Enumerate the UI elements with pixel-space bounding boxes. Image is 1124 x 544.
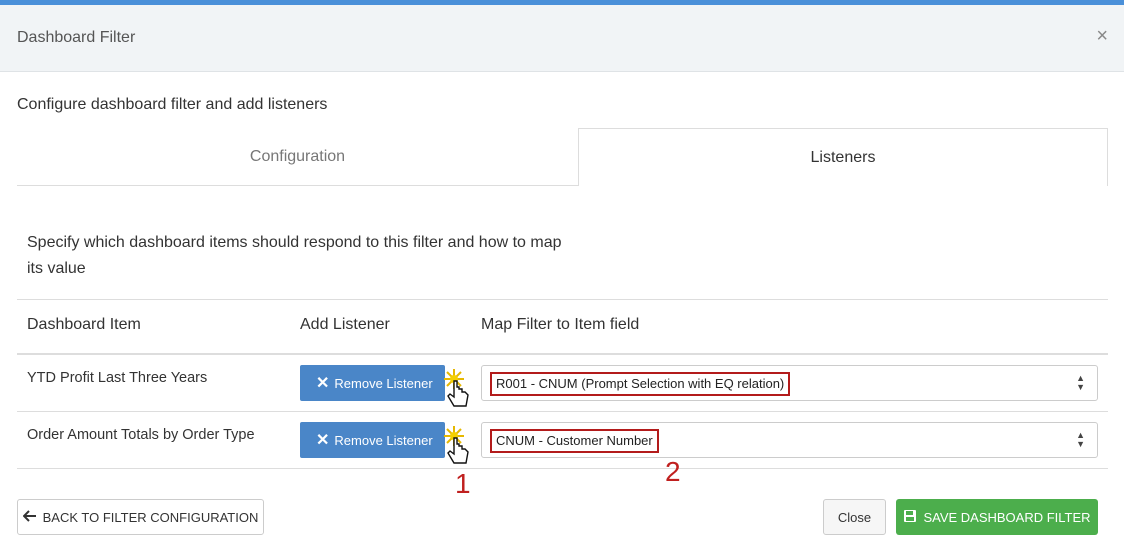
sort-arrows-icon: ▲ ▼ bbox=[1076, 373, 1085, 392]
back-label: BACK TO FILTER CONFIGURATION bbox=[42, 509, 259, 525]
hand-pointer-icon bbox=[444, 369, 469, 407]
x-icon: ✕ bbox=[316, 375, 330, 392]
floppy-disk-icon bbox=[903, 509, 917, 526]
tab-configuration[interactable]: Configuration bbox=[17, 128, 578, 186]
close-label: Close bbox=[837, 509, 872, 525]
remove-listener-button[interactable]: ✕ Remove Listener bbox=[300, 422, 445, 458]
annotation-number: 1 bbox=[455, 468, 471, 499]
table-row: Order Amount Totals by Order Type ✕ Remo… bbox=[17, 412, 1108, 469]
dashboard-item-name: YTD Profit Last Three Years bbox=[27, 370, 208, 386]
tab-bar: Configuration Listeners bbox=[17, 128, 1108, 186]
save-label: SAVE DASHBOARD FILTER bbox=[923, 509, 1091, 525]
mapping-select[interactable]: R001 - CNUM (Prompt Selection with EQ re… bbox=[481, 365, 1098, 401]
mapping-select[interactable]: CNUM - Customer Number ▲ ▼ bbox=[481, 422, 1098, 458]
save-dashboard-filter-button[interactable]: SAVE DASHBOARD FILTER bbox=[896, 499, 1098, 535]
remove-listener-label: Remove Listener bbox=[334, 432, 433, 448]
close-icon[interactable]: × bbox=[1096, 25, 1108, 48]
table-header: Dashboard Item Add Listener Map Filter t… bbox=[17, 299, 1108, 355]
close-button[interactable]: Close bbox=[823, 499, 886, 535]
annotation-number: 2 bbox=[665, 456, 681, 487]
header-add-listener: Add Listener bbox=[300, 316, 390, 333]
table-row: YTD Profit Last Three Years ✕ Remove Lis… bbox=[17, 355, 1108, 412]
sort-arrows-icon: ▲ ▼ bbox=[1076, 430, 1085, 449]
mapping-value: CNUM - Customer Number bbox=[490, 429, 659, 453]
tab-listeners[interactable]: Listeners bbox=[578, 128, 1108, 186]
back-to-filter-configuration-button[interactable]: BACK TO FILTER CONFIGURATION bbox=[17, 499, 264, 535]
x-icon: ✕ bbox=[316, 432, 330, 449]
listeners-table: Dashboard Item Add Listener Map Filter t… bbox=[17, 299, 1108, 469]
intro-text: Configure dashboard filter and add liste… bbox=[17, 96, 328, 113]
hand-pointer-icon bbox=[444, 426, 469, 464]
modal-header: Dashboard Filter × bbox=[0, 5, 1124, 72]
arrow-left-icon bbox=[22, 509, 37, 525]
remove-listener-button[interactable]: ✕ Remove Listener bbox=[300, 365, 445, 401]
dashboard-item-name: Order Amount Totals by Order Type bbox=[27, 427, 255, 443]
header-dashboard-item: Dashboard Item bbox=[27, 316, 141, 333]
header-map-filter: Map Filter to Item field bbox=[481, 316, 640, 333]
remove-listener-label: Remove Listener bbox=[334, 375, 433, 391]
modal-title: Dashboard Filter bbox=[17, 29, 136, 46]
listeners-description: Specify which dashboard items should res… bbox=[27, 234, 562, 277]
mapping-value: R001 - CNUM (Prompt Selection with EQ re… bbox=[490, 372, 791, 396]
